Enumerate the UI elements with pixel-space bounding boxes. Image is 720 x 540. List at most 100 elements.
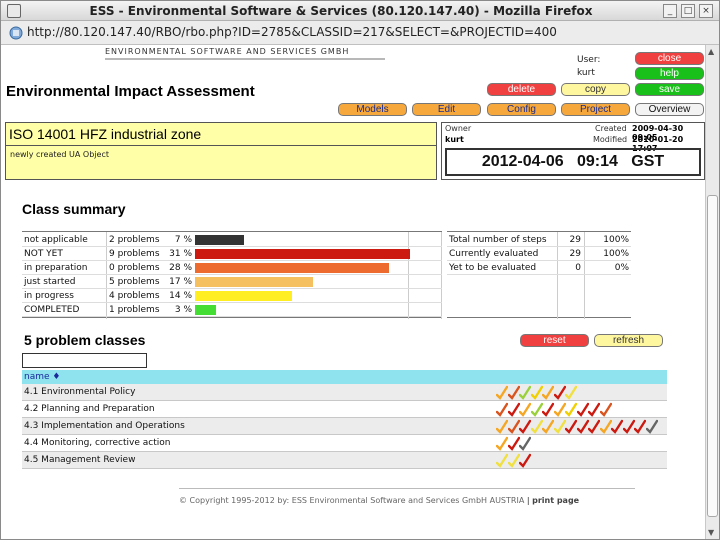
status-ticks xyxy=(496,452,671,469)
check-mark-icon[interactable] xyxy=(519,453,531,468)
check-mark-icon[interactable] xyxy=(588,402,600,417)
steps-percent: 100% xyxy=(603,235,629,245)
problem-class-name[interactable]: 4.4 Monitoring, corrective action xyxy=(24,438,170,448)
check-mark-icon[interactable] xyxy=(542,402,554,417)
steps-percent: 100% xyxy=(603,249,629,259)
check-mark-icon[interactable] xyxy=(553,419,566,434)
check-mark-icon[interactable] xyxy=(519,419,531,434)
steps-percent: 0% xyxy=(614,263,629,273)
vertical-scrollbar[interactable]: ▲ ▼ xyxy=(705,45,719,539)
problem-class-row[interactable]: 4.2 Planning and Preparation xyxy=(22,401,667,418)
problem-class-name[interactable]: 4.3 Implementation and Operations xyxy=(24,421,185,431)
check-mark-icon[interactable] xyxy=(553,385,566,400)
check-mark-icon[interactable] xyxy=(599,402,612,417)
page-title: Environmental Impact Assessment xyxy=(6,83,255,100)
scrollbar-thumb[interactable] xyxy=(707,195,718,517)
summary-row: NOT YET 9 problems 31 % xyxy=(22,247,442,261)
tab-overview[interactable]: Overview xyxy=(635,103,704,116)
status-label: NOT YET xyxy=(24,249,63,259)
summary-row: just started 5 problems 17 % xyxy=(22,275,442,289)
check-mark-icon[interactable] xyxy=(507,419,520,434)
status-percent: 28 % xyxy=(169,263,192,273)
close-window-icon[interactable]: × xyxy=(699,4,713,18)
status-ticks xyxy=(496,401,671,418)
check-mark-icon[interactable] xyxy=(576,402,589,417)
minimize-icon[interactable]: _ xyxy=(663,4,677,18)
print-page-link[interactable]: print page xyxy=(532,496,579,505)
check-mark-icon[interactable] xyxy=(496,436,508,451)
brand-divider xyxy=(105,58,385,60)
check-mark-icon[interactable] xyxy=(634,419,646,434)
check-mark-icon[interactable] xyxy=(588,419,600,434)
check-mark-icon[interactable] xyxy=(496,385,508,400)
steps-count: 0 xyxy=(575,263,581,273)
status-bar xyxy=(195,249,410,259)
check-mark-icon[interactable] xyxy=(507,402,520,417)
check-mark-icon[interactable] xyxy=(496,453,508,468)
check-mark-icon[interactable] xyxy=(496,402,508,417)
check-mark-icon[interactable] xyxy=(542,385,554,400)
problem-class-name[interactable]: 4.1 Environmental Policy xyxy=(24,387,135,397)
tab-models[interactable]: Models xyxy=(338,103,407,116)
problem-class-row[interactable]: 4.3 Implementation and Operations xyxy=(22,418,667,435)
help-button[interactable]: help xyxy=(635,67,704,80)
filter-input[interactable] xyxy=(22,353,147,368)
window-menu-icon[interactable] xyxy=(7,4,21,18)
check-mark-icon[interactable] xyxy=(519,402,531,417)
close-button[interactable]: close xyxy=(635,52,704,65)
check-mark-icon[interactable] xyxy=(519,436,531,451)
check-mark-icon[interactable] xyxy=(599,419,612,434)
copy-button[interactable]: copy xyxy=(561,83,630,96)
check-mark-icon[interactable] xyxy=(496,419,508,434)
name-column-header[interactable]: name ♦ xyxy=(22,370,667,384)
check-mark-icon[interactable] xyxy=(565,402,577,417)
check-mark-icon[interactable] xyxy=(565,419,577,434)
url-text[interactable]: http://80.120.147.40/RBO/rbo.php?ID=2785… xyxy=(27,25,557,39)
status-label: in progress xyxy=(24,291,74,301)
owner-value: kurt xyxy=(445,135,464,144)
status-label: in preparation xyxy=(24,263,88,273)
check-mark-icon[interactable] xyxy=(530,419,543,434)
maximize-icon[interactable]: □ xyxy=(681,4,695,18)
page-content: Environmental Software and Services GmbH… xyxy=(1,45,705,539)
tab-config[interactable]: Config xyxy=(487,103,556,116)
check-mark-icon[interactable] xyxy=(530,402,543,417)
company-brand: Environmental Software and Services GmbH xyxy=(105,47,350,56)
check-mark-icon[interactable] xyxy=(530,385,543,400)
problem-class-name[interactable]: 4.2 Planning and Preparation xyxy=(24,404,155,414)
check-mark-icon[interactable] xyxy=(645,419,658,434)
check-mark-icon[interactable] xyxy=(622,419,635,434)
check-mark-icon[interactable] xyxy=(542,419,554,434)
problem-class-row[interactable]: 4.4 Monitoring, corrective action xyxy=(22,435,667,452)
tab-project[interactable]: Project xyxy=(561,103,630,116)
check-mark-icon[interactable] xyxy=(519,385,531,400)
class-summary-table: not applicable 2 problems 7 % NOT YET 9 prob… xyxy=(22,231,442,319)
title-bar: ESS - Environmental Software & Services … xyxy=(1,1,719,21)
check-mark-icon[interactable] xyxy=(576,419,589,434)
steps-row: Currently evaluated 29 100% xyxy=(447,247,631,261)
problem-class-name[interactable]: 4.5 Management Review xyxy=(24,455,135,465)
check-mark-icon[interactable] xyxy=(507,385,520,400)
address-bar[interactable]: http://80.120.147.40/RBO/rbo.php?ID=2785… xyxy=(1,21,719,45)
problem-class-row[interactable]: 4.5 Management Review xyxy=(22,452,667,469)
project-name: ISO 14001 HFZ industrial zone xyxy=(6,123,436,146)
save-button[interactable]: save xyxy=(635,83,704,96)
check-mark-icon[interactable] xyxy=(565,385,577,400)
owner-label: Owner xyxy=(445,124,472,133)
check-mark-icon[interactable] xyxy=(507,436,520,451)
check-mark-icon[interactable] xyxy=(553,402,566,417)
status-bar xyxy=(195,305,216,315)
footer: © Copyright 1995-2012 by: ESS Environmen… xyxy=(179,496,580,505)
status-percent: 3 % xyxy=(174,305,192,315)
scroll-up-icon[interactable]: ▲ xyxy=(708,47,714,56)
check-mark-icon[interactable] xyxy=(507,453,520,468)
check-mark-icon[interactable] xyxy=(611,419,623,434)
scroll-down-icon[interactable]: ▼ xyxy=(708,528,714,537)
status-percent: 31 % xyxy=(169,249,192,259)
reset-button[interactable]: reset xyxy=(520,334,589,347)
delete-button[interactable]: delete xyxy=(487,83,556,96)
tab-edit[interactable]: Edit xyxy=(412,103,481,116)
problem-class-row[interactable]: 4.1 Environmental Policy xyxy=(22,384,667,401)
refresh-button[interactable]: refresh xyxy=(594,334,663,347)
project-description: newly created UA Object xyxy=(10,150,109,159)
